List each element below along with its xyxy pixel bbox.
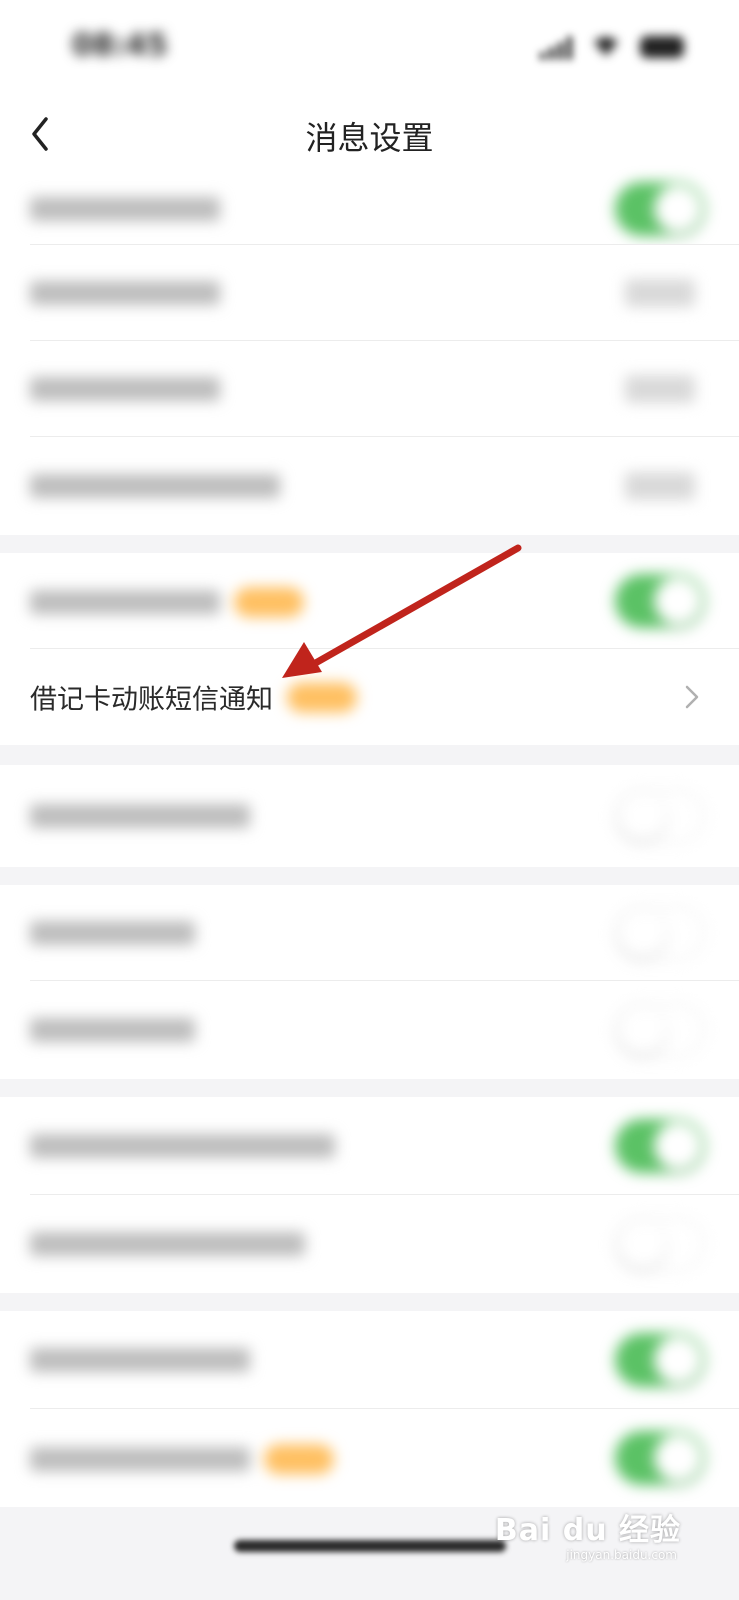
row-label-blurred: [30, 1018, 195, 1042]
row-label-blurred: [30, 1134, 335, 1158]
watermark-logo: Bai du 经验: [494, 1513, 681, 1548]
settings-row-blurred[interactable]: [0, 553, 739, 649]
settings-row-blurred[interactable]: [0, 765, 739, 867]
signal-icon: [540, 36, 572, 60]
toggle-switch[interactable]: [615, 1217, 705, 1271]
row-label-blurred: [30, 474, 280, 498]
page-title: 消息设置: [305, 119, 434, 157]
row-value-blurred: [625, 279, 695, 307]
row-label-blurred: [30, 585, 304, 617]
row-label-blurred: [30, 1232, 305, 1256]
toggle-knob: [654, 1434, 702, 1482]
battery-icon: [640, 36, 684, 58]
row-label-blurred: [30, 281, 220, 305]
new-badge: [287, 682, 357, 712]
toggle-switch[interactable]: [615, 1003, 705, 1057]
row-value-blurred: [625, 375, 695, 403]
settings-row-blurred[interactable]: [0, 1311, 739, 1409]
row-label-blurred: [30, 804, 250, 828]
toggle-knob: [618, 909, 666, 957]
row-value-blurred: [625, 472, 695, 500]
watermark-url: jingyan.baidu.com: [566, 1548, 677, 1562]
toggle-switch[interactable]: [615, 906, 705, 960]
settings-row-blurred[interactable]: [0, 1409, 739, 1507]
debit-card-sms-notification-row[interactable]: 借记卡动账短信通知: [0, 649, 739, 745]
toggle-knob: [654, 185, 702, 233]
home-indicator: [234, 1540, 506, 1552]
status-time: 08:45: [72, 28, 168, 63]
row-label-blurred: [30, 1348, 250, 1372]
toggle-knob: [618, 1220, 666, 1268]
settings-row-blurred[interactable]: [0, 1097, 739, 1195]
toggle-switch[interactable]: [615, 574, 705, 628]
toggle-switch[interactable]: [615, 1333, 705, 1387]
settings-row-blurred[interactable]: [0, 437, 739, 535]
toggle-switch[interactable]: [615, 1119, 705, 1173]
nav-bar: 消息设置: [0, 95, 739, 173]
row-label-blurred: [30, 377, 220, 401]
row-label-blurred: [30, 197, 220, 221]
settings-row-blurred[interactable]: [0, 1195, 739, 1293]
row-label-text: 借记卡动账短信通知: [30, 684, 273, 716]
toggle-knob: [654, 577, 702, 625]
row-label-blurred: [30, 921, 195, 945]
debit-card-sms-notification-label: 借记卡动账短信通知: [30, 678, 357, 717]
settings-row-blurred[interactable]: [0, 245, 739, 341]
row-label-blurred: [30, 1442, 334, 1474]
chevron-right-icon: [685, 685, 699, 709]
toggle-knob: [654, 1336, 702, 1384]
toggle-switch[interactable]: [615, 1431, 705, 1485]
wifi-icon: [592, 34, 620, 58]
toggle-knob: [618, 792, 666, 840]
settings-row-blurred[interactable]: [0, 885, 739, 981]
toggle-switch[interactable]: [615, 789, 705, 843]
status-bar: 08:45: [0, 0, 739, 95]
toggle-knob: [654, 1122, 702, 1170]
settings-row-blurred[interactable]: [0, 981, 739, 1079]
settings-row-blurred[interactable]: [0, 341, 739, 437]
toggle-knob: [618, 1006, 666, 1054]
settings-row-blurred[interactable]: [0, 173, 739, 245]
toggle-switch[interactable]: [615, 182, 705, 236]
